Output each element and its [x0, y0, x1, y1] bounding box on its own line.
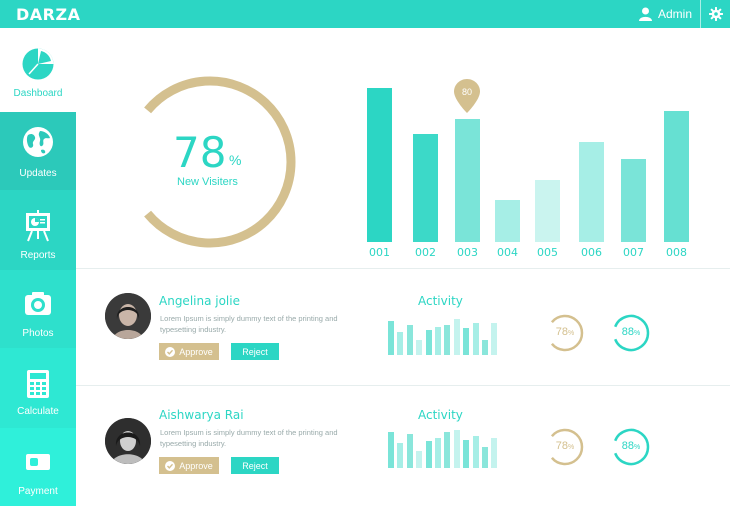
approve-label: Approve [179, 460, 213, 471]
sidebar-item-label: Photos [22, 328, 54, 339]
progress-ring-value: 88% [621, 326, 641, 338]
sidebar: Dashboard Updates Reports Photos Calcula… [0, 28, 76, 506]
camera-icon [22, 288, 54, 320]
progress-ring-value: 78% [555, 440, 575, 452]
bar-tick-label: 007 [623, 246, 644, 259]
bar-tick-label: 001 [369, 246, 390, 259]
bar-tick-label: 002 [415, 246, 436, 259]
visitors-value: 78 [173, 128, 227, 177]
activity-bar [482, 447, 488, 468]
marker-value: 80 [461, 87, 472, 97]
bar-004 [495, 200, 520, 242]
approve-button[interactable]: Approve [159, 457, 219, 474]
section-divider [76, 385, 730, 386]
progress-ring-value: 78% [555, 326, 575, 338]
avatar [105, 293, 151, 339]
person-name: Aishwarya Rai [159, 408, 244, 422]
activity-bar [425, 330, 432, 355]
approve-label: Approve [179, 346, 213, 357]
sidebar-item-dashboard[interactable]: Dashboard [0, 28, 76, 112]
bar-tick-label: 003 [457, 246, 478, 259]
sidebar-item-label: Updates [19, 168, 57, 179]
sidebar-item-photos[interactable]: Photos [0, 270, 76, 348]
bar-001 [367, 88, 392, 242]
calculator-icon [22, 368, 54, 400]
sidebar-item-label: Reports [20, 250, 56, 261]
sidebar-item-updates[interactable]: Updates [0, 112, 76, 190]
reject-button[interactable]: Reject [231, 343, 279, 360]
activity-bar [453, 318, 460, 355]
pie-chart-icon [22, 48, 54, 80]
approve-button[interactable]: Approve [159, 343, 219, 360]
sidebar-item-calculate[interactable]: Calculate [0, 348, 76, 428]
sidebar-item-label: Dashboard [13, 88, 63, 99]
activity-bar [397, 443, 404, 468]
activity-bar [416, 339, 423, 355]
visitors-label: New Visiters [177, 176, 238, 188]
card-icon [22, 446, 54, 478]
activity-bar [388, 320, 394, 355]
activity-bar [472, 435, 479, 468]
bar-tick-label: 005 [537, 246, 558, 259]
bar-002 [413, 134, 438, 242]
user-icon [638, 7, 652, 21]
top-bar: DARZA Admin [0, 0, 730, 28]
activity-title: Activity [418, 294, 463, 308]
bar-tick-label: 004 [497, 246, 518, 259]
settings-button[interactable] [700, 0, 730, 28]
bar-tick-label: 006 [581, 246, 602, 259]
bar-005 [535, 180, 560, 242]
brand-logo: DARZA [16, 5, 81, 24]
presentation-board-icon [22, 210, 54, 242]
check-circle-icon [165, 460, 176, 471]
reject-label: Reject [242, 346, 268, 357]
sidebar-item-payment[interactable]: Payment [0, 428, 76, 506]
bar-007 [621, 158, 646, 242]
activity-bar [406, 324, 413, 355]
person-description: Lorem Ipsum is simply dummy text of the … [160, 428, 338, 448]
reject-button[interactable]: Reject [231, 457, 279, 474]
activity-bar [435, 326, 441, 355]
section-divider [76, 268, 730, 269]
activity-bar [463, 328, 470, 355]
activity-bar [435, 437, 441, 468]
activity-bar [463, 439, 470, 468]
activity-bar [491, 437, 498, 468]
activity-bar [453, 430, 460, 468]
sidebar-item-label: Calculate [17, 406, 59, 417]
activity-bar [388, 431, 394, 468]
gear-icon [708, 7, 723, 21]
user-name: Admin [657, 7, 692, 21]
activity-bar [406, 433, 413, 468]
person-description: Lorem Ipsum is simply dummy text of the … [160, 314, 338, 334]
bar-006 [579, 141, 604, 242]
person-name: Angelina jolie [159, 294, 240, 308]
sidebar-item-label: Payment [18, 486, 58, 497]
progress-ring-value: 88% [621, 440, 641, 452]
bar-tick-label: 008 [666, 246, 687, 259]
activity-bar [491, 322, 498, 355]
bar-003 [455, 118, 480, 242]
activity-title: Activity [418, 408, 463, 422]
activity-bar [425, 441, 432, 468]
reject-label: Reject [242, 460, 268, 471]
activity-bar [482, 339, 488, 355]
activity-bar [444, 324, 451, 355]
visitors-unit: % [229, 152, 242, 168]
activity-bar [397, 332, 404, 355]
sidebar-item-reports[interactable]: Reports [0, 190, 76, 270]
check-circle-icon [165, 346, 176, 357]
activity-bar [472, 322, 479, 355]
globe-icon [22, 126, 54, 158]
avatar [105, 418, 151, 464]
user-menu[interactable]: Admin [638, 0, 692, 28]
activity-bar [444, 431, 451, 468]
activity-bar [416, 450, 423, 468]
bar-008 [664, 111, 689, 242]
